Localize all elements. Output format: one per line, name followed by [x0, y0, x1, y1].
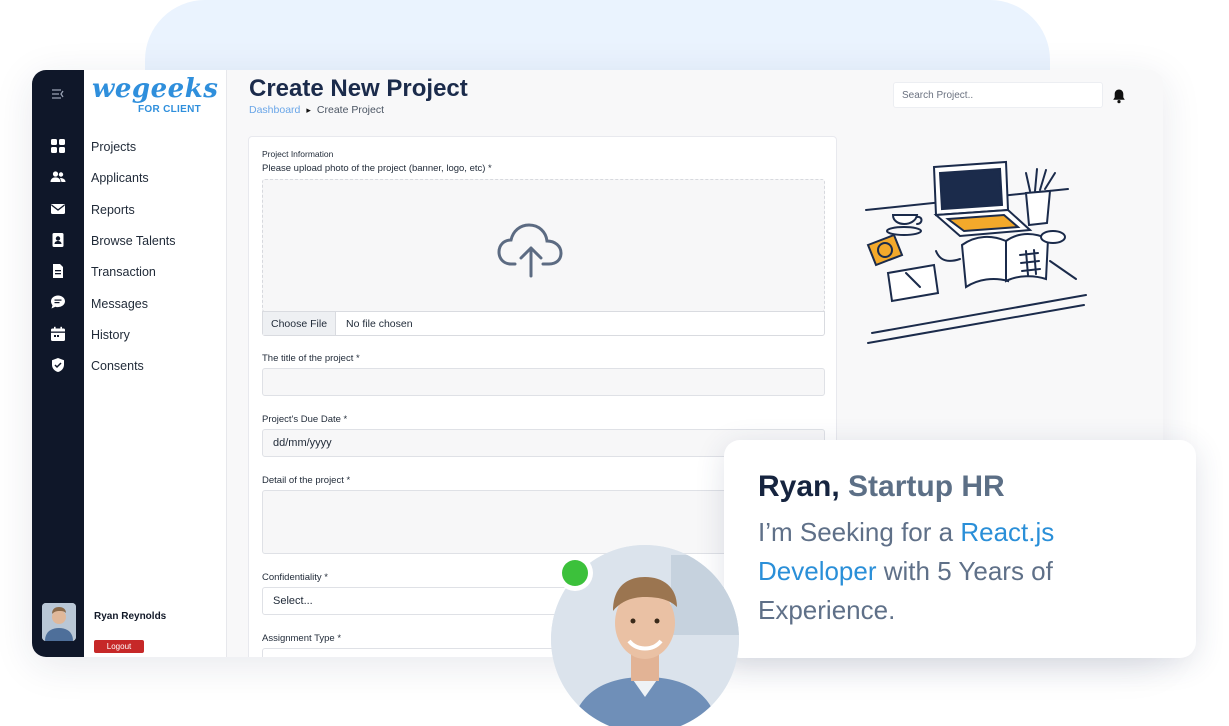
online-status-dot — [562, 560, 588, 586]
online-status-indicator — [557, 555, 593, 591]
choose-file-button[interactable]: Choose File — [263, 312, 337, 335]
quote-prefix: I’m Seeking for a — [758, 517, 954, 547]
grid-icon[interactable] — [50, 138, 66, 154]
sidebar-item-transaction[interactable]: Transaction — [91, 265, 156, 279]
confidentiality-value: Select... — [273, 595, 313, 607]
search-placeholder: Search Project.. — [902, 89, 974, 101]
sidebar-item-applicants[interactable]: Applicants — [91, 171, 149, 185]
users-icon[interactable] — [50, 169, 66, 185]
upload-dropzone[interactable] — [262, 179, 825, 312]
chat-bubble-icon[interactable] — [50, 294, 66, 310]
title-input[interactable] — [262, 368, 825, 396]
breadcrumb: Dashboard ▸ Create Project — [249, 104, 384, 116]
testimonial-name: Ryan, — [758, 470, 840, 503]
testimonial-heading: Ryan, Startup HR — [758, 470, 1005, 504]
sidebar-item-browse-talents[interactable]: Browse Talents — [91, 234, 176, 248]
sidebar-item-consents[interactable]: Consents — [91, 359, 144, 373]
user-name: Ryan Reynolds — [94, 611, 167, 622]
title-label: The title of the project * — [262, 353, 360, 364]
sidebar: wegeeks FOR CLIENT Projects Applicants R… — [84, 70, 227, 657]
testimonial-card: Ryan, Startup HR I’m Seeking for a React… — [724, 440, 1196, 658]
confidentiality-label: Confidentiality * — [262, 572, 329, 583]
search-input[interactable]: Search Project.. — [893, 82, 1103, 108]
due-date-placeholder: dd/mm/yyyy — [273, 437, 332, 449]
assignment-type-label: Assignment Type * — [262, 633, 342, 644]
brand-wordmark: wegeeks — [92, 74, 219, 104]
document-icon[interactable] — [50, 263, 66, 279]
detail-label: Detail of the project * — [262, 475, 351, 486]
breadcrumb-current: Create Project — [316, 104, 385, 116]
calendar-icon[interactable] — [50, 326, 66, 342]
menu-collapse-icon[interactable] — [50, 86, 66, 102]
brand-logo[interactable]: wegeeks FOR CLIENT — [92, 74, 218, 118]
cloud-upload-icon — [497, 220, 565, 278]
logout-button[interactable]: Logout — [94, 640, 144, 653]
contact-card-icon[interactable] — [50, 232, 66, 248]
sidebar-item-history[interactable]: History — [91, 328, 130, 342]
brand-subtitle: FOR CLIENT — [138, 104, 201, 115]
file-input: Choose File No file chosen — [262, 311, 825, 336]
due-date-label: Project's Due Date * — [262, 414, 348, 425]
section-label: Project Information — [262, 149, 334, 159]
sidebar-item-messages[interactable]: Messages — [91, 297, 148, 311]
upload-label: Please upload photo of the project (bann… — [262, 163, 492, 174]
chevron-right-icon: ▸ — [306, 104, 311, 115]
icon-rail — [32, 70, 84, 657]
shield-check-icon[interactable] — [50, 357, 66, 373]
envelope-icon[interactable] — [50, 201, 66, 217]
sidebar-item-reports[interactable]: Reports — [91, 203, 135, 217]
page-title: Create New Project — [249, 75, 468, 102]
bell-icon[interactable] — [1112, 88, 1126, 104]
sidebar-item-projects[interactable]: Projects — [91, 140, 136, 154]
file-status: No file chosen — [346, 317, 413, 330]
desk-illustration — [858, 155, 1088, 355]
testimonial-role: Startup HR — [848, 470, 1005, 503]
breadcrumb-dashboard-link[interactable]: Dashboard — [249, 104, 300, 116]
testimonial-quote: I’m Seeking for a React.js Developer wit… — [758, 513, 1168, 630]
avatar[interactable] — [42, 603, 76, 641]
